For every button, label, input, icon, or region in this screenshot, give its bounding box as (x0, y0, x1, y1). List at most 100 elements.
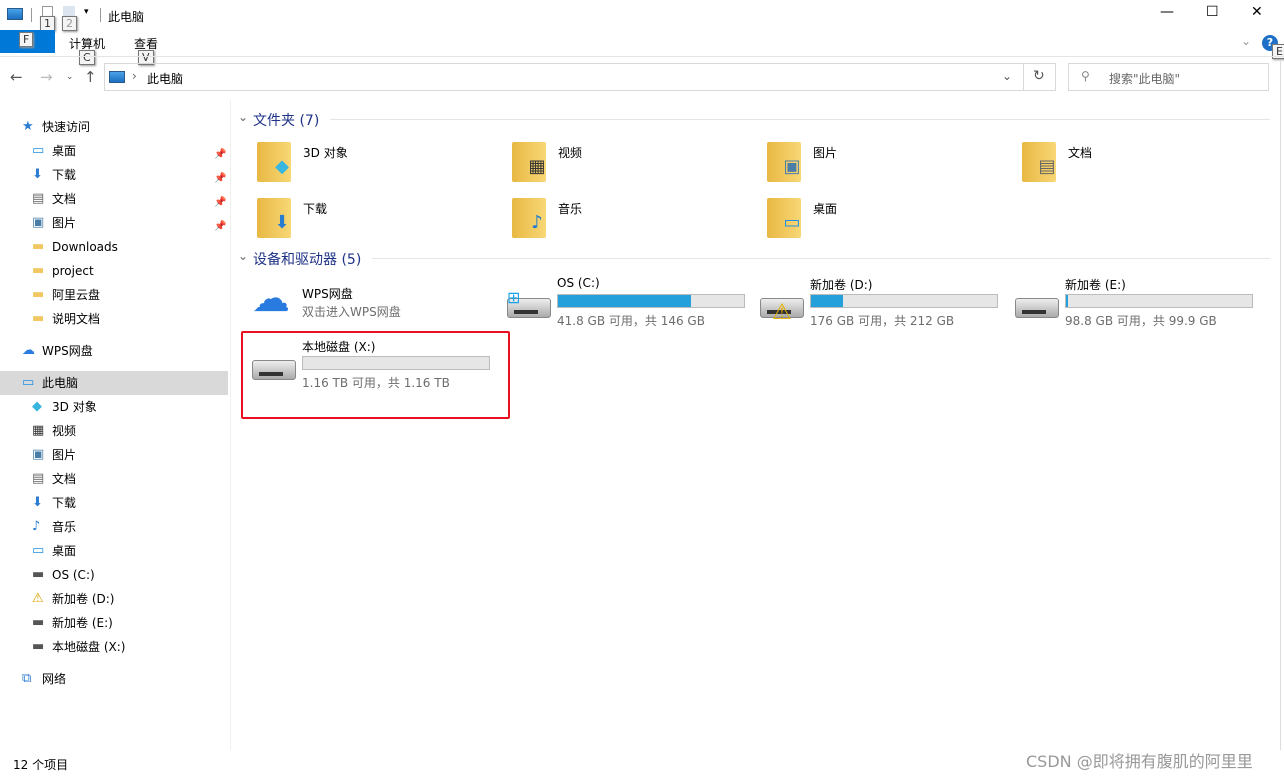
folder-item[interactable]: ♪ 音乐 (510, 198, 760, 250)
sidebar-item-label: 阿里云盘 (52, 288, 101, 302)
sidebar-item[interactable]: ▦ 视频 (0, 419, 228, 443)
drive-icon (1015, 298, 1059, 318)
customize-toolbar-icon[interactable]: ▾ (84, 7, 89, 17)
computer-icon (109, 71, 125, 86)
collapse-drives-icon[interactable]: ⌄ (238, 249, 248, 263)
sidebar-item[interactable]: ▤ 文档 (0, 467, 228, 491)
pane-divider[interactable] (230, 100, 231, 750)
drives-section-title[interactable]: 设备和驱动器 (5) (253, 249, 361, 269)
sidebar-item[interactable]: ☁ WPS网盘 (0, 339, 228, 363)
sidebar-item[interactable]: ⬇ 下载 📌 (0, 163, 228, 187)
ribbon-divider (0, 56, 1284, 57)
watermark: CSDN @即将拥有腹肌的阿里里 (1026, 752, 1253, 771)
sidebar-item[interactable]: ▣ 图片 📌 (0, 211, 228, 235)
search-input[interactable]: ⚲ 搜索"此电脑" (1068, 63, 1269, 91)
maximize-button[interactable]: ☐ (1206, 4, 1219, 20)
drive-item[interactable]: ☁ WPS网盘 双击进入WPS网盘 (252, 276, 502, 336)
sidebar-item-label: 下载 (52, 168, 77, 182)
collapse-folders-icon[interactable]: ⌄ (238, 110, 248, 124)
sidebar-item[interactable]: ▭ 桌面 (0, 539, 228, 563)
drive-icon: ▬ (32, 639, 45, 654)
recent-locations-button[interactable]: ⌄ (66, 72, 74, 82)
video-icon: ▦ (32, 423, 45, 438)
document-icon: ▤ (1038, 156, 1056, 177)
refresh-icon[interactable]: ↻ (1033, 68, 1045, 84)
sidebar-item-label: project (52, 264, 94, 278)
cloud-icon: ☁ (22, 343, 35, 358)
drive-info: 41.8 GB 可用，共 146 GB (557, 314, 705, 328)
breadcrumb[interactable]: 此电脑 (147, 70, 183, 87)
folder-label: 图片 (813, 146, 838, 160)
folder-icon: ▬ (32, 311, 45, 326)
sidebar-item[interactable]: ⧉ 网络 (0, 667, 228, 691)
sidebar-item[interactable]: ⬇ 下载 (0, 491, 228, 515)
folder-label: 音乐 (558, 202, 583, 216)
sidebar-item-label: 本地磁盘 (X:) (52, 640, 126, 654)
scrollbar[interactable] (1280, 60, 1281, 750)
folder-item[interactable]: ▤ 文档 (1020, 142, 1270, 194)
divider (1023, 64, 1024, 90)
folder-icon: ▬ (32, 239, 45, 254)
picture-icon: ▣ (32, 447, 45, 462)
sidebar-item[interactable]: ▣ 图片 (0, 443, 228, 467)
sidebar-item[interactable]: ▭ 桌面 📌 (0, 139, 228, 163)
forward-button[interactable]: → (40, 68, 53, 86)
drive-usage-bar (557, 294, 745, 308)
sidebar-item[interactable]: ▬ 阿里云盘 (0, 283, 228, 307)
drive-item[interactable]: ⚠ 新加卷 (D:) 176 GB 可用，共 212 GB (760, 276, 1010, 336)
breadcrumb-chevron-icon[interactable]: › (132, 69, 137, 83)
address-dropdown-icon[interactable]: ⌄ (1002, 69, 1012, 83)
minimize-button[interactable]: — (1160, 4, 1174, 20)
picture-icon: ▣ (32, 215, 45, 230)
folders-section-title[interactable]: 文件夹 (7) (253, 110, 319, 130)
folder-item[interactable]: ⬇ 下载 (255, 198, 505, 250)
sidebar-item-label: 网络 (42, 672, 67, 686)
sidebar-item[interactable]: ▬ 本地磁盘 (X:) (0, 635, 228, 659)
folder-label: 3D 对象 (303, 146, 348, 160)
window-title: 此电脑 (108, 10, 145, 24)
sidebar-item[interactable]: ♪ 音乐 (0, 515, 228, 539)
sidebar-item[interactable]: ◆ 3D 对象 (0, 395, 228, 419)
drive-usage-bar (810, 294, 998, 308)
expand-ribbon-icon[interactable]: ⌄ (1241, 34, 1251, 48)
sidebar-item[interactable]: ★ 快速访问 (0, 115, 228, 139)
folder-item[interactable]: ▭ 桌面 (765, 198, 1015, 250)
folder-label: 下载 (303, 202, 328, 216)
picture-icon: ▣ (783, 156, 801, 177)
wps-cloud-icon: ☁ (252, 276, 290, 320)
keytip-1: 1 (40, 16, 55, 31)
close-button[interactable]: ✕ (1251, 4, 1263, 20)
up-button[interactable]: ↑ (84, 68, 97, 86)
search-icon: ⚲ (1081, 69, 1090, 83)
sidebar-item[interactable]: ▬ OS (C:) (0, 563, 228, 587)
drive-item[interactable]: ⊞ OS (C:) 41.8 GB 可用，共 146 GB (507, 276, 757, 336)
address-bar[interactable]: › 此电脑 ⌄ ↻ (104, 63, 1056, 91)
keytip-2: 2 (62, 16, 77, 31)
network-icon: ⧉ (22, 671, 32, 686)
sidebar-item[interactable]: ⚠ 新加卷 (D:) (0, 587, 228, 611)
sidebar-item-label: 此电脑 (42, 376, 79, 390)
folder-item[interactable]: ▣ 图片 (765, 142, 1015, 194)
sidebar-item[interactable]: ▬ 新加卷 (E:) (0, 611, 228, 635)
sidebar-item-label: 说明文档 (52, 312, 101, 326)
sidebar-item-label: 桌面 (52, 544, 77, 558)
folder-item[interactable]: ◆ 3D 对象 (255, 142, 505, 194)
keytip-computer: C (79, 50, 95, 65)
sidebar-item[interactable]: ▤ 文档 📌 (0, 187, 228, 211)
sidebar-item[interactable]: ▬ 说明文档 (0, 307, 228, 331)
drive-item[interactable]: 新加卷 (E:) 98.8 GB 可用，共 99.9 GB (1015, 276, 1265, 336)
sidebar-item-label: 桌面 (52, 144, 77, 158)
music-icon: ♪ (531, 212, 543, 233)
computer-icon (7, 8, 23, 23)
highlight-box (241, 331, 510, 419)
sidebar-item[interactable]: ▭ 此电脑 (0, 371, 228, 395)
drive-warning-icon: ⚠ (32, 591, 44, 606)
folder-label: 桌面 (813, 202, 838, 216)
sidebar-item-label: 图片 (52, 216, 77, 230)
back-button[interactable]: ← (10, 68, 23, 86)
folder-item[interactable]: ▦ 视频 (510, 142, 760, 194)
sidebar-item[interactable]: ▬ Downloads (0, 235, 228, 259)
sidebar-item[interactable]: ▬ project (0, 259, 228, 283)
sidebar-item-label: WPS网盘 (42, 344, 93, 358)
folder-label: 视频 (558, 146, 583, 160)
